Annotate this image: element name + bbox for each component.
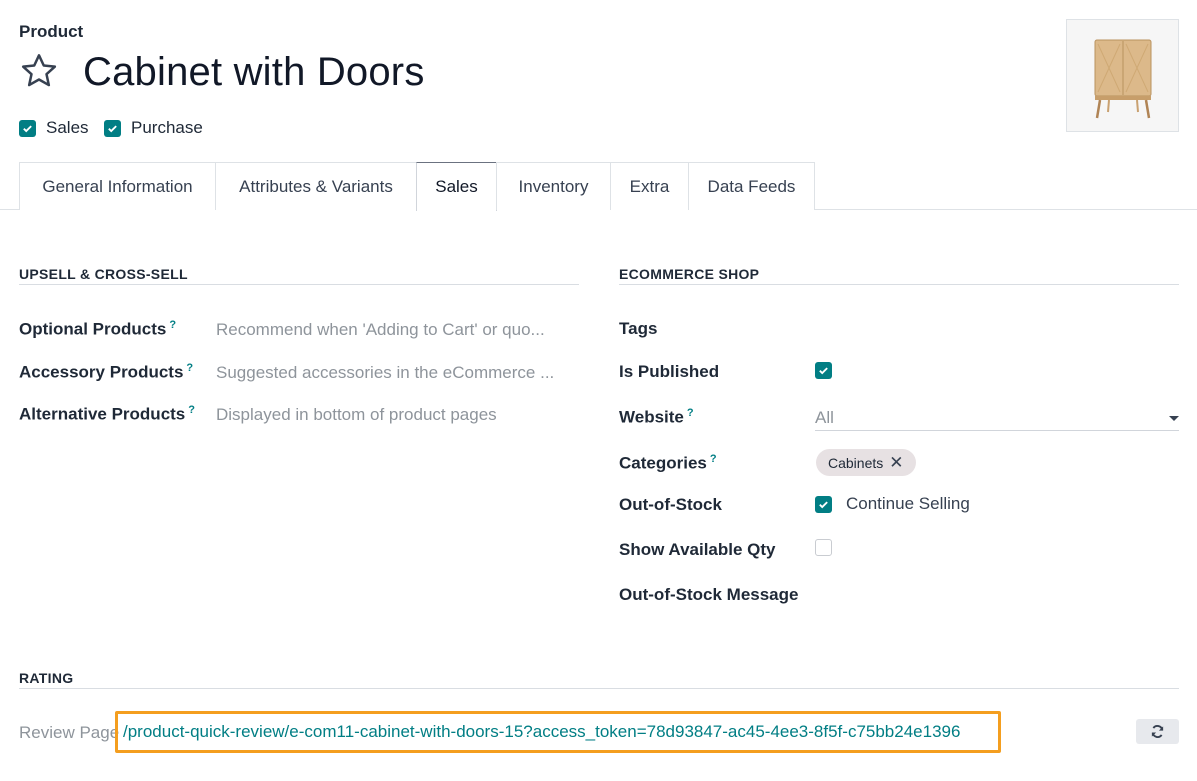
tags-input[interactable] xyxy=(815,314,1179,344)
review-page-label: Review Page xyxy=(19,723,120,742)
accessory-products-input[interactable]: Suggested accessories in the eCommerce .… xyxy=(216,363,554,383)
close-icon[interactable]: ✕ xyxy=(889,454,903,471)
show-available-qty-checkbox[interactable] xyxy=(815,539,832,556)
tab-inventory[interactable]: Inventory xyxy=(496,162,611,210)
categories-label-text: Categories xyxy=(619,453,707,473)
is-published-checkbox[interactable] xyxy=(815,362,832,379)
continue-selling-checkbox[interactable]: Continue Selling xyxy=(815,494,970,514)
ecommerce-heading: ECOMMERCE SHOP xyxy=(619,266,760,282)
upsell-divider xyxy=(19,284,579,285)
checkbox-checked-icon[interactable] xyxy=(815,495,832,513)
checkbox-checked-icon[interactable] xyxy=(104,119,121,137)
accessory-products-label-text: Accessory Products xyxy=(19,362,184,382)
alternative-products-input[interactable]: Displayed in bottom of product pages xyxy=(216,405,497,425)
review-url-highlight: /product-quick-review/e-com11-cabinet-wi… xyxy=(115,711,1001,753)
purchase-checkbox-label: Purchase xyxy=(131,118,203,137)
cabinet-image xyxy=(1094,39,1152,119)
website-label: Website? xyxy=(619,407,694,428)
out-of-stock-message-label: Out-of-Stock Message xyxy=(619,585,799,604)
website-select-underline xyxy=(815,430,1179,431)
help-icon[interactable]: ? xyxy=(188,404,195,416)
upsell-heading: UPSELL & CROSS-SELL xyxy=(19,266,188,282)
review-page-link[interactable]: /product-quick-review/e-com11-cabinet-wi… xyxy=(123,722,960,742)
optional-products-label-text: Optional Products xyxy=(19,319,167,339)
rating-heading: RATING xyxy=(19,670,74,686)
product-image[interactable] xyxy=(1066,19,1179,132)
tab-general-information[interactable]: General Information xyxy=(19,162,216,210)
accessory-products-label: Accessory Products? xyxy=(19,362,193,383)
sales-checkbox[interactable]: Sales xyxy=(19,118,89,138)
category-tag: Cabinets ✕ xyxy=(816,449,916,476)
out-of-stock-message-input[interactable] xyxy=(815,580,1179,610)
refresh-button[interactable] xyxy=(1136,719,1179,744)
alternative-products-label-text: Alternative Products xyxy=(19,404,186,424)
tags-label: Tags xyxy=(619,319,658,338)
rating-divider xyxy=(19,688,1179,689)
continue-selling-label: Continue Selling xyxy=(846,494,970,513)
checkbox-checked-icon[interactable] xyxy=(19,119,36,137)
tab-sales[interactable]: Sales xyxy=(416,162,497,211)
tab-extra[interactable]: Extra xyxy=(610,162,689,210)
chevron-down-icon[interactable] xyxy=(1169,416,1179,421)
out-of-stock-label: Out-of-Stock xyxy=(619,495,722,514)
categories-label: Categories? xyxy=(619,453,717,474)
help-icon[interactable]: ? xyxy=(186,362,193,374)
refresh-icon xyxy=(1151,725,1164,738)
star-icon[interactable] xyxy=(19,51,59,91)
help-icon[interactable]: ? xyxy=(710,453,717,465)
optional-products-label: Optional Products? xyxy=(19,319,176,340)
purchase-checkbox[interactable]: Purchase xyxy=(104,118,203,138)
category-tag-label: Cabinets xyxy=(828,454,884,471)
optional-products-input[interactable]: Recommend when 'Adding to Cart' or quo..… xyxy=(216,320,545,340)
show-available-qty-label: Show Available Qty xyxy=(619,540,776,559)
website-label-text: Website xyxy=(619,407,684,427)
help-icon[interactable]: ? xyxy=(169,319,176,331)
alternative-products-label: Alternative Products? xyxy=(19,404,195,425)
check-icon xyxy=(819,367,828,375)
is-published-label: Is Published xyxy=(619,362,720,381)
tab-data-feeds[interactable]: Data Feeds xyxy=(688,162,815,210)
page-title[interactable]: Cabinet with Doors xyxy=(83,50,425,95)
sales-checkbox-label: Sales xyxy=(46,118,89,137)
tab-attributes-variants[interactable]: Attributes & Variants xyxy=(215,162,417,210)
website-select[interactable]: All xyxy=(815,408,834,428)
ecommerce-divider xyxy=(619,284,1179,285)
breadcrumb[interactable]: Product xyxy=(19,22,83,42)
help-icon[interactable]: ? xyxy=(687,407,694,419)
